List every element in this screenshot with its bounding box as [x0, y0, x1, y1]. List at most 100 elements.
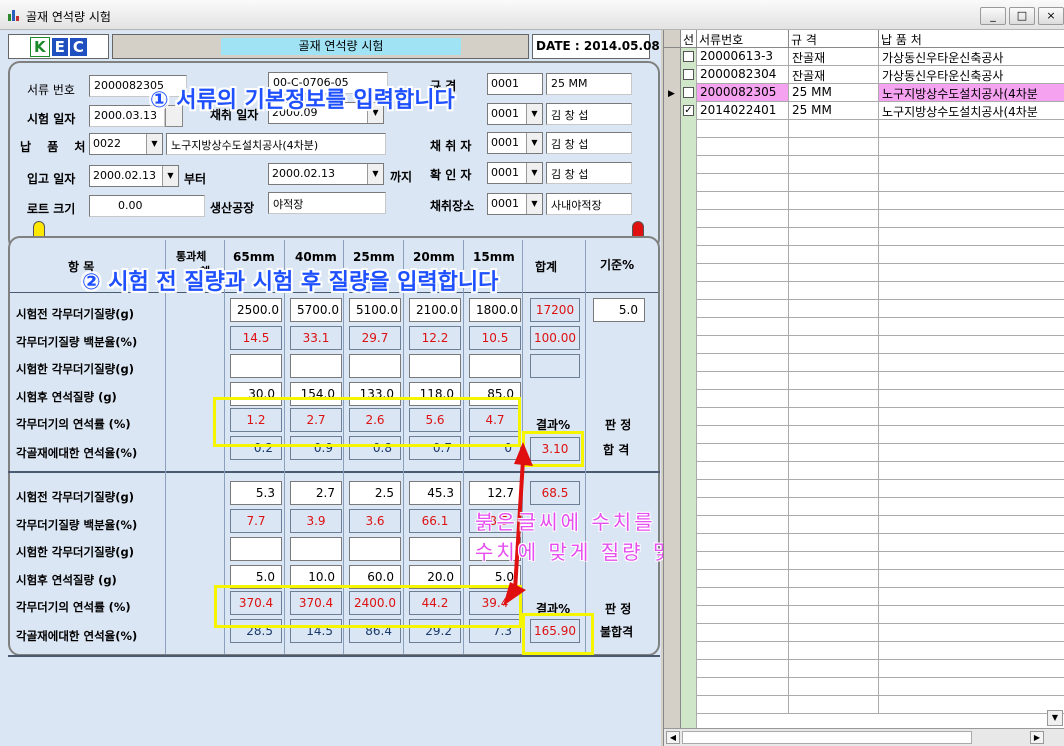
grid-cell-doc[interactable]: 20000613-3: [697, 48, 789, 66]
s2-pct-cell[interactable]: 3.6: [349, 509, 401, 533]
spec-code-combo[interactable]: 0001: [487, 73, 543, 95]
grid-cell-spec[interactable]: 25 MM: [789, 84, 879, 102]
grid-cell-vendor[interactable]: 가상동신우타운신축공사: [879, 48, 1064, 66]
col-vendor[interactable]: 납 품 처: [879, 30, 1064, 48]
s2-tested-cell[interactable]: [409, 537, 461, 561]
s1-tested-cell[interactable]: [230, 354, 282, 378]
grid-cell-vendor[interactable]: 노구지방상수도설치공사(4차분: [879, 102, 1064, 120]
row-checkbox[interactable]: [683, 69, 694, 80]
checker-name-input[interactable]: 김 창 섭: [546, 162, 632, 184]
grid-cell-empty: [697, 120, 789, 138]
tester-name-input[interactable]: 김 창 섭: [546, 103, 632, 125]
scroll-down-icon[interactable]: ▼: [1047, 710, 1063, 726]
std-input[interactable]: 5.0: [593, 298, 645, 322]
checker-label: 확 인 자: [430, 168, 472, 182]
chevron-down-icon: ▼: [367, 164, 383, 184]
s1-before-cell[interactable]: 5700.0: [290, 298, 342, 322]
close-button[interactable]: ×: [1038, 7, 1064, 25]
highlight-s2-rate: [214, 585, 522, 628]
grid-cell-spec[interactable]: 잔골재: [789, 66, 879, 84]
s1-pct-cell[interactable]: 10.5: [469, 326, 521, 350]
grid-cell-empty: [697, 156, 789, 174]
checker-code-combo[interactable]: 0001 ▼: [487, 162, 543, 184]
grid-row[interactable]: 2000082304 잔골재 가상동신우타운신축공사: [664, 66, 1064, 84]
grid-cell-vendor[interactable]: 노구지방상수도설치공사(4차분: [879, 84, 1064, 102]
tester-code-combo[interactable]: 0001 ▼: [487, 103, 543, 125]
grid-cell-empty: [879, 678, 1064, 696]
row-checkbox[interactable]: [683, 87, 694, 98]
s1-row-label-3: 시험후 연석질량 (g): [16, 390, 117, 404]
grid-cell-doc[interactable]: 2014022401: [697, 102, 789, 120]
s2-row-label-4: 각무더기의 연석률 (%): [16, 600, 131, 614]
s2-tested-cell[interactable]: [230, 537, 282, 561]
in-date-from-combo[interactable]: 2000.02.13 ▼: [89, 165, 179, 187]
s1-pct-cell[interactable]: 14.5: [230, 326, 282, 350]
plant-input[interactable]: 야적장: [268, 192, 386, 214]
grid-row[interactable]: ▶ 2000082305 25 MM 노구지방상수도설치공사(4차분: [664, 84, 1064, 102]
header-40: 40mm: [295, 250, 337, 264]
s1-tested-cell[interactable]: [409, 354, 461, 378]
spec-value-input[interactable]: 25 MM: [546, 73, 632, 95]
s1-pct-cell[interactable]: 29.7: [349, 326, 401, 350]
row-checkbox[interactable]: ✓: [683, 105, 694, 116]
grid-cell-vendor[interactable]: 가상동신우타운신축공사: [879, 66, 1064, 84]
s2-pct-cell[interactable]: 66.1: [409, 509, 461, 533]
s2-before-cell[interactable]: 2.5: [349, 481, 401, 505]
grid-cell-empty: [697, 318, 789, 336]
s1-before-cell[interactable]: 1800.0: [469, 298, 521, 322]
grid-row[interactable]: 20000613-3 잔골재 가상동신우타운신축공사: [664, 48, 1064, 66]
grid-row-empty: [664, 264, 1064, 282]
row-checkbox[interactable]: [683, 51, 694, 62]
grid-cell-empty: [879, 264, 1064, 282]
title-bar: 골재 연석량 시험 _ □ ×: [0, 0, 1064, 30]
vendor-code-combo[interactable]: 0022 ▼: [89, 133, 163, 155]
s1-tested-cell[interactable]: [349, 354, 401, 378]
s1-tested-sum[interactable]: [530, 354, 580, 378]
s2-before-cell[interactable]: 2.7: [290, 481, 342, 505]
place-input[interactable]: 사내야적장: [546, 193, 632, 215]
s1-before-cell[interactable]: 2500.0: [230, 298, 282, 322]
minimize-button[interactable]: _: [980, 7, 1006, 25]
header-pass: 통과체: [176, 250, 207, 263]
s2-tested-cell[interactable]: [290, 537, 342, 561]
s1-pct-sum[interactable]: 100.00: [530, 326, 580, 350]
collector-name-input[interactable]: 김 창 섭: [546, 132, 632, 154]
s1-before-cell[interactable]: 5100.0: [349, 298, 401, 322]
grid-cell-empty: [697, 300, 789, 318]
s2-before-cell[interactable]: 45.3: [409, 481, 461, 505]
s1-pct-cell[interactable]: 33.1: [290, 326, 342, 350]
place-code-combo[interactable]: 0001 ▼: [487, 193, 543, 215]
s2-judge: 불합격: [600, 625, 634, 639]
grid-cell-empty: [789, 534, 879, 552]
scroll-right-icon: ▶: [1030, 731, 1044, 744]
grid-row-empty: [664, 678, 1064, 696]
grid-cell-spec[interactable]: 잔골재: [789, 48, 879, 66]
grid-cell-doc[interactable]: 2000082305: [697, 84, 789, 102]
maximize-button[interactable]: □: [1009, 7, 1035, 25]
col-select[interactable]: 선: [681, 30, 697, 48]
s1-before-cell[interactable]: 2100.0: [409, 298, 461, 322]
grid-cell-doc[interactable]: 2000082304: [697, 66, 789, 84]
s1-pct-cell[interactable]: 12.2: [409, 326, 461, 350]
grid-row-empty: [664, 246, 1064, 264]
s1-tested-cell[interactable]: [290, 354, 342, 378]
col-spec[interactable]: 규 격: [789, 30, 879, 48]
s1-before-sum[interactable]: 17200: [530, 298, 580, 322]
s2-pct-cell[interactable]: 3.9: [290, 509, 342, 533]
s2-pct-cell[interactable]: 7.7: [230, 509, 282, 533]
lot-input[interactable]: 0.00: [89, 195, 205, 217]
collector-code-combo[interactable]: 0001 ▼: [487, 132, 543, 154]
s2-row-label-1: 각무더기질량 백분율(%): [16, 518, 138, 532]
grid-row-empty: [664, 642, 1064, 660]
grid-cell-spec[interactable]: 25 MM: [789, 102, 879, 120]
s2-tested-cell[interactable]: [349, 537, 401, 561]
s1-tested-cell[interactable]: [469, 354, 521, 378]
grid-row-empty: [664, 354, 1064, 372]
s2-before-cell[interactable]: 5.3: [230, 481, 282, 505]
vendor-label: 납 품 처: [20, 140, 92, 154]
in-date-to-combo[interactable]: 2000.02.13 ▼: [268, 163, 384, 185]
horizontal-scrollbar[interactable]: ◀ ▶: [664, 728, 1064, 746]
vendor-name-input[interactable]: 노구지방상수도설치공사(4차분): [166, 133, 386, 155]
grid-row[interactable]: ✓ 2014022401 25 MM 노구지방상수도설치공사(4차분: [664, 102, 1064, 120]
col-doc-no[interactable]: 서류번호: [697, 30, 789, 48]
